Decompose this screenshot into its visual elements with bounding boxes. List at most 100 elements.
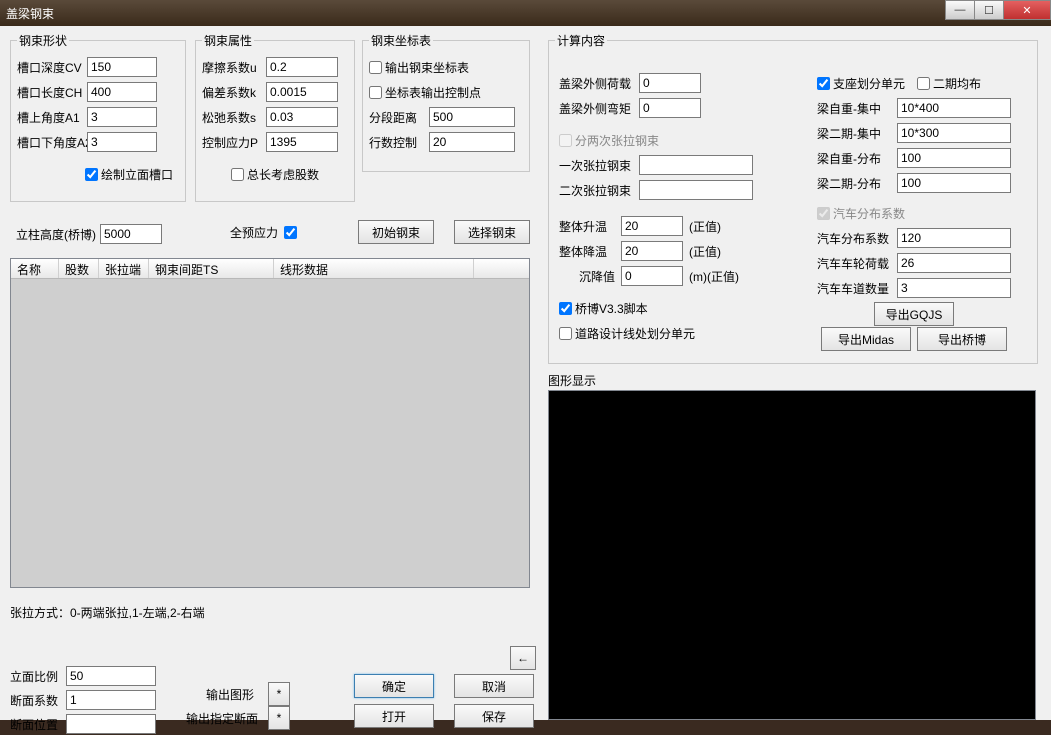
- calc-legend: 计算内容: [555, 32, 607, 49]
- p2-conc-input[interactable]: [897, 123, 1011, 143]
- split-twice-check: 分两次张拉钢束: [559, 132, 659, 149]
- p2-conc-label: 梁二期-集中: [817, 125, 897, 142]
- p2-dist-label: 梁二期-分布: [817, 175, 897, 192]
- coord-legend: 钢束坐标表: [369, 32, 433, 49]
- k-input[interactable]: [266, 82, 338, 102]
- strand-check[interactable]: 总长考虑股数: [231, 166, 319, 183]
- sec-coef-input[interactable]: [66, 690, 156, 710]
- pier-h-label: 立柱高度(桥博): [16, 226, 96, 243]
- graphics-canvas[interactable]: [548, 390, 1036, 720]
- out-spec-label: 输出指定断面: [186, 712, 258, 726]
- export-midas-button[interactable]: 导出Midas: [821, 327, 911, 351]
- out-load-label: 盖梁外侧荷载: [559, 75, 639, 92]
- cancel-button[interactable]: 取消: [454, 674, 534, 698]
- group-attr: 钢束属性 摩擦系数u 偏差系数k 松弛系数s 控制应力P 总长考虑股数: [195, 32, 355, 202]
- second-pull-label: 二次张拉钢束: [559, 182, 639, 199]
- temp-up-label: 整体升温: [559, 218, 621, 235]
- out-moment-label: 盖梁外侧弯矩: [559, 100, 639, 117]
- a2-label: 槽口下角度A2: [17, 134, 87, 151]
- titlebar: 盖梁钢束 — ☐ ✕: [0, 0, 1051, 26]
- sw-conc-label: 梁自重-集中: [817, 100, 897, 117]
- col-strands[interactable]: 股数: [59, 259, 99, 278]
- mu-input[interactable]: [266, 57, 338, 77]
- ratio-input[interactable]: [66, 666, 156, 686]
- p-input[interactable]: [266, 132, 338, 152]
- sec-pos-input[interactable]: [66, 714, 156, 734]
- mu-label: 摩擦系数u: [202, 59, 266, 76]
- veh-coef-input[interactable]: [897, 228, 1011, 248]
- a2-input[interactable]: [87, 132, 157, 152]
- out-spec-button[interactable]: *: [268, 706, 290, 730]
- col-ts[interactable]: 钢束间距TS: [149, 259, 274, 278]
- out-fig-button[interactable]: *: [268, 682, 290, 706]
- pull-mode-note: 张拉方式：0-两端张拉,1-左端,2-右端: [10, 604, 205, 621]
- first-pull-input[interactable]: [639, 155, 753, 175]
- ctrl-pt-check[interactable]: 坐标表输出控制点: [369, 84, 481, 101]
- rows-input[interactable]: [429, 132, 515, 152]
- out-moment-input[interactable]: [639, 98, 701, 118]
- display-label: 图形显示: [548, 372, 596, 389]
- list-header: 名称 股数 张拉端 钢束间距TS 线形数据: [11, 259, 529, 279]
- col-shape[interactable]: 线形数据: [274, 259, 474, 278]
- temp-dn-label: 整体降温: [559, 243, 621, 260]
- group-calc: 计算内容 盖梁外侧荷载 盖梁外侧弯矩 分两次张拉钢束 一次张拉钢束 二次张拉钢束…: [548, 32, 1038, 364]
- cv-input[interactable]: [87, 57, 157, 77]
- a1-input[interactable]: [87, 107, 157, 127]
- bundle-list[interactable]: 名称 股数 张拉端 钢束间距TS 线形数据: [10, 258, 530, 588]
- first-pull-label: 一次张拉钢束: [559, 157, 639, 174]
- temp-dn-input[interactable]: [621, 241, 683, 261]
- seg-label: 分段距离: [369, 109, 429, 126]
- sec-pos-label: 断面位置: [10, 716, 66, 733]
- sw-dist-label: 梁自重-分布: [817, 150, 897, 167]
- lanes-input[interactable]: [897, 278, 1011, 298]
- ratio-label: 立面比例: [10, 668, 66, 685]
- shape-legend: 钢束形状: [17, 32, 69, 49]
- support-div-check[interactable]: 支座划分单元: [817, 75, 905, 92]
- settle-input[interactable]: [621, 266, 683, 286]
- ch-input[interactable]: [87, 82, 157, 102]
- temp-up-input[interactable]: [621, 216, 683, 236]
- wheel-label: 汽车车轮荷载: [817, 255, 897, 272]
- maximize-button[interactable]: ☐: [974, 0, 1004, 20]
- arrow-button[interactable]: ←: [510, 646, 536, 670]
- full-prestress-check[interactable]: 全预应力: [230, 224, 300, 241]
- a1-label: 槽上角度A1: [17, 109, 87, 126]
- settle-label: 沉降值: [559, 268, 621, 285]
- select-bundle-button[interactable]: 选择钢束: [454, 220, 530, 244]
- init-bundle-button[interactable]: 初始钢束: [358, 220, 434, 244]
- rows-label: 行数控制: [369, 134, 429, 151]
- ok-button[interactable]: 确定: [354, 674, 434, 698]
- out-load-input[interactable]: [639, 73, 701, 93]
- qb-script-check[interactable]: 桥博V3.3脚本: [559, 300, 648, 317]
- veh-coef-label: 汽车分布系数: [817, 230, 897, 247]
- export-gqjs-button[interactable]: 导出GQJS: [874, 302, 954, 326]
- ch-label: 槽口长度CH: [17, 84, 87, 101]
- p2-dist-input[interactable]: [897, 173, 1011, 193]
- attr-legend: 钢束属性: [202, 32, 254, 49]
- out-table-check[interactable]: 输出钢束坐标表: [369, 59, 469, 76]
- sw-conc-input[interactable]: [897, 98, 1011, 118]
- col-pullend[interactable]: 张拉端: [99, 259, 149, 278]
- seg-input[interactable]: [429, 107, 515, 127]
- export-qb-button[interactable]: 导出桥博: [917, 327, 1007, 351]
- wheel-input[interactable]: [897, 253, 1011, 273]
- s-input[interactable]: [266, 107, 338, 127]
- sec-coef-label: 断面系数: [10, 692, 66, 709]
- open-button[interactable]: 打开: [354, 704, 434, 728]
- minimize-button[interactable]: —: [945, 0, 975, 20]
- sw-dist-input[interactable]: [897, 148, 1011, 168]
- p-label: 控制应力P: [202, 134, 266, 151]
- road-line-check[interactable]: 道路设计线处划分单元: [559, 325, 695, 342]
- phase2-uni-check[interactable]: 二期均布: [917, 75, 981, 92]
- group-shape: 钢束形状 槽口深度CV 槽口长度CH 槽上角度A1 槽口下角度A2 绘制立面槽口: [10, 32, 186, 202]
- save-button[interactable]: 保存: [454, 704, 534, 728]
- veh-dist-check: 汽车分布系数: [817, 205, 905, 222]
- draw-slot-check[interactable]: 绘制立面槽口: [85, 166, 173, 183]
- col-name[interactable]: 名称: [11, 259, 59, 278]
- cv-label: 槽口深度CV: [17, 59, 87, 76]
- s-label: 松弛系数s: [202, 109, 266, 126]
- second-pull-input[interactable]: [639, 180, 753, 200]
- window-title: 盖梁钢束: [6, 5, 54, 22]
- close-button[interactable]: ✕: [1003, 0, 1051, 20]
- pier-h-input[interactable]: [100, 224, 162, 244]
